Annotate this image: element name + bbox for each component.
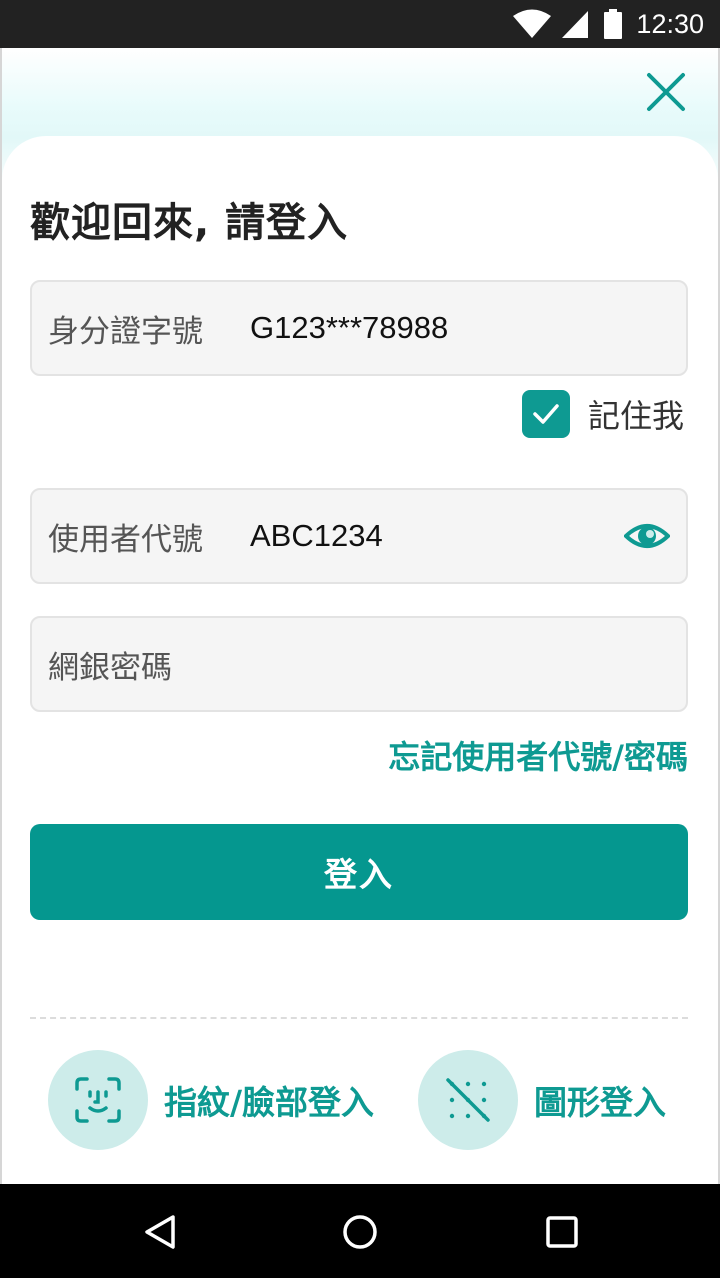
divider	[30, 1017, 688, 1019]
checkmark-icon	[533, 404, 559, 424]
id-number-value: G123***78988	[250, 310, 449, 345]
remember-me-toggle[interactable]: 記住我	[522, 390, 684, 438]
recents-icon	[546, 1216, 578, 1248]
status-icons: 12:30	[504, 6, 704, 42]
pattern-lock-icon	[446, 1078, 490, 1122]
nav-back-button[interactable]	[132, 1204, 188, 1260]
close-button[interactable]	[640, 66, 692, 118]
biometric-login-button[interactable]: 指紋/臉部登入	[48, 1050, 374, 1150]
pattern-login-label: 圖形登入	[534, 1083, 666, 1122]
home-icon	[343, 1215, 377, 1249]
face-id-icon	[75, 1077, 121, 1123]
forgot-credentials-link[interactable]: 忘記使用者代號/密碼	[388, 732, 688, 778]
id-number-label: 身分證字號	[48, 313, 203, 350]
user-code-value: ABC1234	[250, 518, 383, 553]
cell-signal-icon	[562, 11, 589, 38]
nav-home-button[interactable]	[332, 1204, 388, 1260]
id-number-field[interactable]: 身分證字號 G123***78988	[30, 280, 688, 376]
status-bar: 12:30	[0, 0, 720, 48]
user-code-label: 使用者代號	[48, 521, 203, 558]
user-code-field[interactable]: 使用者代號 ABC1234	[30, 488, 688, 584]
battery-icon	[604, 9, 623, 39]
pattern-icon-circle	[418, 1050, 518, 1150]
login-button[interactable]: 登入	[30, 824, 688, 920]
remember-me-checkbox[interactable]	[522, 390, 570, 438]
status-time: 12:30	[636, 8, 704, 39]
navigation-bar	[0, 1184, 720, 1278]
close-icon	[647, 73, 685, 111]
back-icon	[145, 1215, 175, 1249]
password-field[interactable]: 網銀密碼	[30, 616, 688, 712]
nav-recents-button[interactable]	[534, 1204, 590, 1260]
pattern-login-button[interactable]: 圖形登入	[418, 1050, 666, 1150]
biometric-login-label: 指紋/臉部登入	[164, 1083, 375, 1122]
page-title: 歡迎回來, 請登入	[30, 200, 349, 246]
eye-icon[interactable]	[624, 516, 670, 556]
wifi-icon	[513, 9, 552, 38]
password-label: 網銀密碼	[48, 649, 172, 686]
remember-me-label: 記住我	[588, 397, 685, 435]
biometric-icon-circle	[48, 1050, 148, 1150]
